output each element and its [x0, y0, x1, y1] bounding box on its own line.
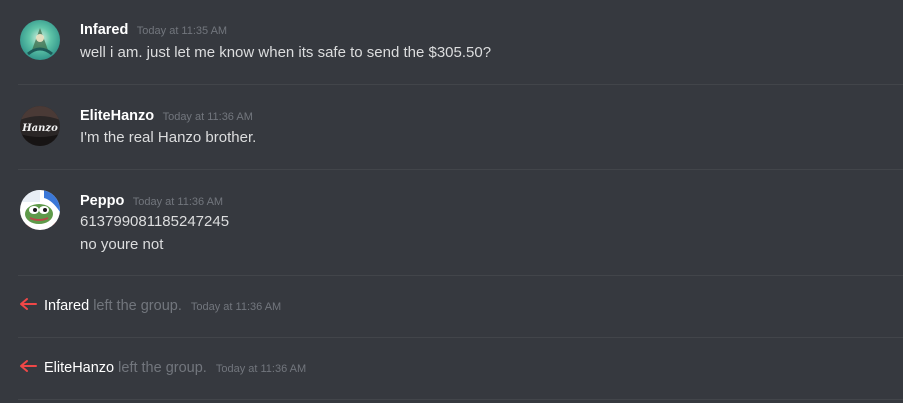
message-timestamp: Today at 11:36 AM: [132, 196, 224, 208]
avatar-elitehanzo-image: Hanzo: [20, 106, 60, 146]
message-divider: [18, 337, 903, 338]
message-author[interactable]: Peppo: [80, 193, 124, 209]
message-content: no youre not: [80, 236, 164, 253]
system-message-timestamp: Today at 11:36 AM: [215, 363, 307, 375]
system-message-user[interactable]: Infared: [44, 298, 89, 314]
avatar[interactable]: Hanzo: [20, 106, 60, 146]
arrow-left-icon: [20, 360, 37, 372]
avatar-text: Hanzo: [21, 123, 58, 134]
avatar[interactable]: [20, 20, 60, 60]
system-message-text: Infared left the group. Today at 11:36 A…: [44, 298, 281, 314]
message-divider: [18, 84, 903, 85]
avatar-peppo-image: [20, 190, 60, 230]
system-message-timestamp: Today at 11:36 AM: [190, 301, 282, 313]
message-divider: [18, 275, 903, 276]
avatar[interactable]: [20, 190, 60, 230]
message-content: 613799081185247245: [80, 213, 230, 230]
avatar-infared-image: [20, 20, 60, 60]
message-divider: [18, 169, 903, 170]
message-timestamp: Today at 11:35 AM: [136, 25, 228, 37]
message-divider: [18, 399, 903, 400]
system-message-action: left the group.: [118, 360, 207, 376]
message-author[interactable]: Infared: [80, 22, 128, 38]
message-content: well i am. just let me know when its saf…: [80, 44, 492, 61]
arrow-left-icon: [20, 298, 37, 310]
system-message-action: left the group.: [93, 298, 182, 314]
chat-messages: Infared Today at 11:35 AM well i am. jus…: [0, 0, 903, 403]
system-message-text: EliteHanzo left the group. Today at 11:3…: [44, 360, 306, 376]
message-content: I'm the real Hanzo brother.: [80, 129, 257, 146]
message-author[interactable]: EliteHanzo: [80, 108, 154, 124]
system-message-user[interactable]: EliteHanzo: [44, 360, 114, 376]
message-timestamp: Today at 11:36 AM: [162, 111, 253, 123]
